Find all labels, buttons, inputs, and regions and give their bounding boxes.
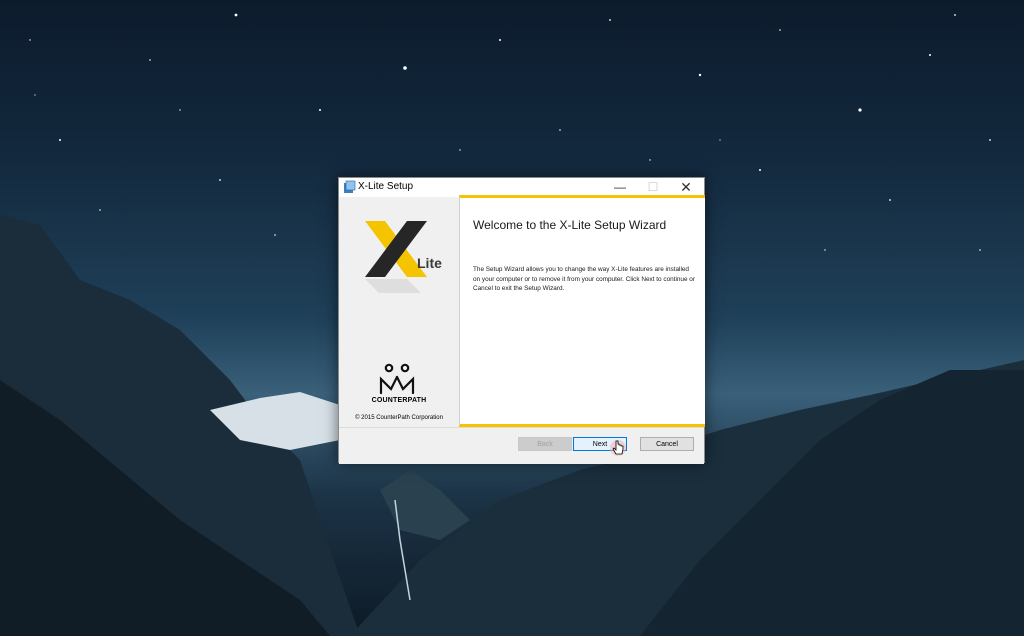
- setup-app-icon: [344, 180, 356, 193]
- desktop-background: X-Lite Setup — ☐ ✕ Lite CounterPath: [0, 0, 1024, 636]
- back-button[interactable]: Back: [518, 437, 572, 451]
- hand-cursor-icon: [610, 440, 626, 456]
- company-name: CounterPath: [371, 397, 427, 404]
- logo-text: Lite: [417, 255, 442, 271]
- setup-wizard-window: X-Lite Setup — ☐ ✕ Lite CounterPath: [338, 177, 705, 464]
- counterpath-logo-icon: [379, 363, 415, 395]
- wizard-content-panel: Welcome to the X-Lite Setup Wizard The S…: [459, 195, 705, 427]
- window-title: X-Lite Setup: [358, 181, 414, 192]
- wizard-description: The Setup Wizard allows you to change th…: [473, 266, 695, 293]
- wizard-button-bar: Back Next Cancel: [339, 427, 704, 464]
- page-title: Welcome to the X-Lite Setup Wizard: [473, 218, 667, 232]
- wizard-sidebar: Lite CounterPath © 2015 CounterPath Corp…: [339, 197, 459, 426]
- cancel-button[interactable]: Cancel: [640, 437, 694, 451]
- copyright-text: © 2015 CounterPath Corporation: [355, 415, 443, 421]
